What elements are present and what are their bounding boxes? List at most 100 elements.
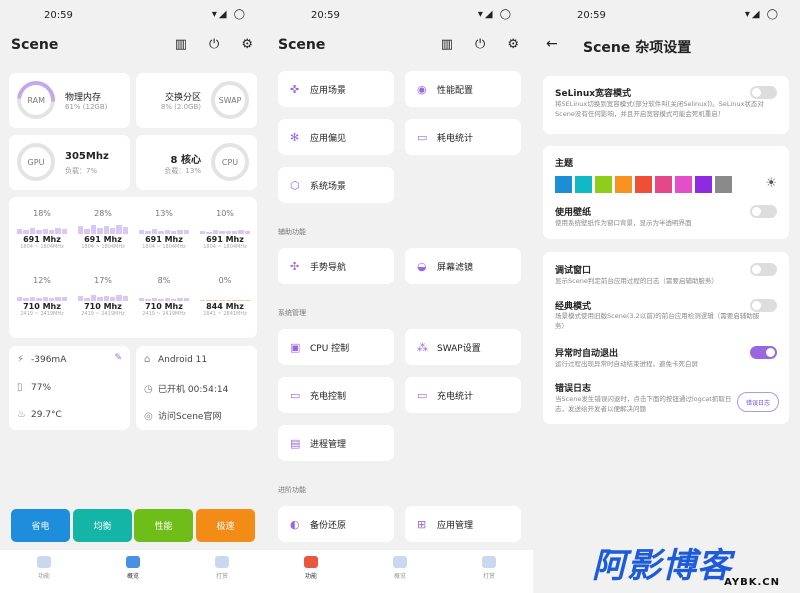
theme-swatch[interactable] bbox=[555, 176, 572, 193]
watermark-brand: 阿影博客 bbox=[592, 546, 732, 586]
tile-swap-settings[interactable]: ⁂ SWAP设置 bbox=[405, 329, 521, 365]
theme-swatch[interactable] bbox=[595, 176, 612, 193]
page-title: Scene 杂项设置 bbox=[583, 40, 692, 56]
gpu-card[interactable]: GPU 305Mhz 负载：7% bbox=[9, 135, 130, 190]
core-freq: 691 Mhz bbox=[84, 235, 122, 244]
core-freq: 710 Mhz bbox=[84, 302, 122, 311]
autoexit-toggle[interactable] bbox=[750, 346, 777, 359]
debug-title: 调试窗口 bbox=[555, 266, 592, 276]
android-icon: ⌂ bbox=[144, 354, 151, 365]
chart-icon[interactable]: ▥ bbox=[175, 37, 187, 52]
nav-overview[interactable]: 概览 bbox=[103, 556, 163, 580]
mode-balance-button[interactable]: 均衡 bbox=[73, 509, 132, 542]
android-version: Android 11 bbox=[158, 355, 208, 365]
app-title: Scene bbox=[11, 37, 59, 53]
debug-toggle[interactable] bbox=[750, 263, 777, 276]
tile-system-scene[interactable]: ⬡ 系统场景 bbox=[278, 167, 394, 203]
section-aux: 辅助功能 bbox=[278, 228, 306, 236]
core-load: 13% bbox=[155, 209, 173, 218]
cpu-core: 0% 844 Mhz 2841 ~ 2841MHz bbox=[196, 276, 254, 317]
battery-temp: 29.7°C bbox=[31, 410, 62, 420]
gpu-freq: 305Mhz bbox=[65, 151, 109, 162]
misc-settings-screen: 20:59 ▾◢ ◯ ← Scene 杂项设置 SeLinux宽容模式 将SELi… bbox=[533, 0, 800, 593]
tile-app-manager[interactable]: ⊞ 应用管理 bbox=[405, 506, 521, 542]
tile-power-stats[interactable]: ▭ 耗电统计 bbox=[405, 119, 521, 155]
selinux-toggle[interactable] bbox=[750, 86, 777, 99]
gear-icon[interactable]: ⚙ bbox=[241, 37, 253, 52]
core-range: 1804 ~ 1804MHz bbox=[81, 244, 125, 250]
app-title: Scene bbox=[278, 37, 326, 53]
memory-card[interactable]: RAM 物理内存 61% (12GB) bbox=[9, 73, 130, 128]
tile-backup-restore[interactable]: ◐ 备份还原 bbox=[278, 506, 394, 542]
battery-current: -396mA bbox=[31, 355, 67, 365]
tile-charge-control[interactable]: ▭ 充电控制 bbox=[278, 377, 394, 413]
hexagon-icon: ⬡ bbox=[290, 178, 300, 192]
core-freq: 710 Mhz bbox=[23, 302, 61, 311]
tile-screen-filter[interactable]: ◒ 屏幕滤镜 bbox=[405, 248, 521, 284]
tile-cpu-control[interactable]: ▣ CPU 控制 bbox=[278, 329, 394, 365]
theme-card: 主题 ☀ 使用壁纸 使用系统壁纸作为窗口背景，显示为半透明界面 bbox=[543, 146, 789, 239]
wallpaper-toggle[interactable] bbox=[750, 205, 777, 218]
tile-gesture-nav[interactable]: ✣ 手势导航 bbox=[278, 248, 394, 284]
errlog-title: 错误日志 bbox=[555, 384, 592, 394]
sun-icon[interactable]: ☀ bbox=[765, 176, 777, 191]
cpu-cores-card: 18% 691 Mhz 1804 ~ 1804MHz 28% 691 Mhz 1804 ~… bbox=[9, 197, 257, 338]
errlog-desc: 当Scene发生错误闪退时，点击下面的按钮通过logcat抓取日志，发送给开发者… bbox=[555, 395, 732, 413]
website-link[interactable]: ◎ 访问Scene官网 bbox=[144, 409, 221, 422]
power-icon[interactable]: ⏻ bbox=[475, 37, 485, 52]
error-log-button[interactable]: 错误日志 bbox=[737, 392, 779, 412]
status-icons: ▾◢ ◯ bbox=[211, 9, 247, 20]
core-load: 28% bbox=[94, 209, 112, 218]
overview-screen: 20:59 ▾◢ ◯ Scene ▥ ⏻ ⚙ RAM 物理内存 61% (12GB) … bbox=[0, 0, 267, 593]
mode-fast-button[interactable]: 极速 bbox=[196, 509, 255, 542]
theme-swatch[interactable] bbox=[655, 176, 672, 193]
tile-perf-config[interactable]: ◉ 性能配置 bbox=[405, 71, 521, 107]
power-icon[interactable]: ⏻ bbox=[209, 37, 219, 52]
uptime-label: 已开机 bbox=[158, 385, 186, 395]
mode-powersave-button[interactable]: 省电 bbox=[11, 509, 70, 542]
core-graph bbox=[139, 287, 189, 301]
swap-card[interactable]: 交换分区 8% (2.0GB) SWAP bbox=[136, 73, 257, 128]
nav-overview[interactable]: 概览 bbox=[370, 556, 430, 580]
tile-process-manager[interactable]: ▤ 进程管理 bbox=[278, 425, 394, 461]
tile-charge-stats[interactable]: ▭ 充电统计 bbox=[405, 377, 521, 413]
selinux-desc: 将SELinux切换到宽容模式(部分软件叫[关闭Selinux])。SeLinu… bbox=[555, 100, 764, 118]
status-icons: ▾◢ ◯ bbox=[477, 9, 513, 20]
clock: 20:59 bbox=[44, 10, 73, 21]
tile-app-preference[interactable]: ✻ 应用偏见 bbox=[278, 119, 394, 155]
status-bar: 20:59 ▾◢ ◯ bbox=[267, 9, 533, 24]
backup-icon: ◐ bbox=[290, 517, 300, 531]
core-graph bbox=[200, 287, 250, 301]
nav-functions[interactable]: 功能 bbox=[14, 556, 74, 580]
theme-swatch[interactable] bbox=[715, 176, 732, 193]
tile-app-scene[interactable]: ✜ 应用场景 bbox=[278, 71, 394, 107]
mode-performance-button[interactable]: 性能 bbox=[134, 509, 193, 542]
cpu-load: 负载：13% bbox=[164, 167, 201, 175]
theme-swatch[interactable] bbox=[675, 176, 692, 193]
cpu-card[interactable]: 8 核心 负载：13% CPU bbox=[136, 135, 257, 190]
core-load: 18% bbox=[33, 209, 51, 218]
memory-usage: 61% (12GB) bbox=[65, 103, 108, 111]
snowflake-icon: ✻ bbox=[290, 130, 300, 144]
nav-donate[interactable]: 打赏 bbox=[459, 556, 519, 580]
back-arrow-icon[interactable]: ← bbox=[546, 36, 558, 52]
theme-swatch[interactable] bbox=[575, 176, 592, 193]
nav-functions[interactable]: 功能 bbox=[281, 556, 341, 580]
selinux-card: SeLinux宽容模式 将SELinux切换到宽容模式(部分软件叫[关闭Seli… bbox=[543, 76, 789, 134]
cpu-core: 12% 710 Mhz 2419 ~ 2419MHz bbox=[13, 276, 71, 317]
memory-label: 物理内存 bbox=[65, 93, 102, 103]
theme-swatch[interactable] bbox=[635, 176, 652, 193]
gear-icon[interactable]: ⚙ bbox=[507, 37, 519, 52]
clock-icon: ◷ bbox=[144, 384, 153, 395]
theme-swatch[interactable] bbox=[615, 176, 632, 193]
nav-donate[interactable]: 打赏 bbox=[192, 556, 252, 580]
core-graph bbox=[200, 220, 250, 234]
status-icons: ▾◢ ◯ bbox=[744, 9, 780, 20]
app-bar: ← Scene 杂项设置 bbox=[533, 34, 800, 58]
edit-icon[interactable]: ✎ bbox=[114, 353, 122, 363]
chart-icon[interactable]: ▥ bbox=[441, 37, 453, 52]
charge-stats-icon: ▭ bbox=[417, 388, 428, 402]
wallpaper-title: 使用壁纸 bbox=[555, 208, 592, 218]
theme-swatch[interactable] bbox=[695, 176, 712, 193]
classic-toggle[interactable] bbox=[750, 299, 777, 312]
